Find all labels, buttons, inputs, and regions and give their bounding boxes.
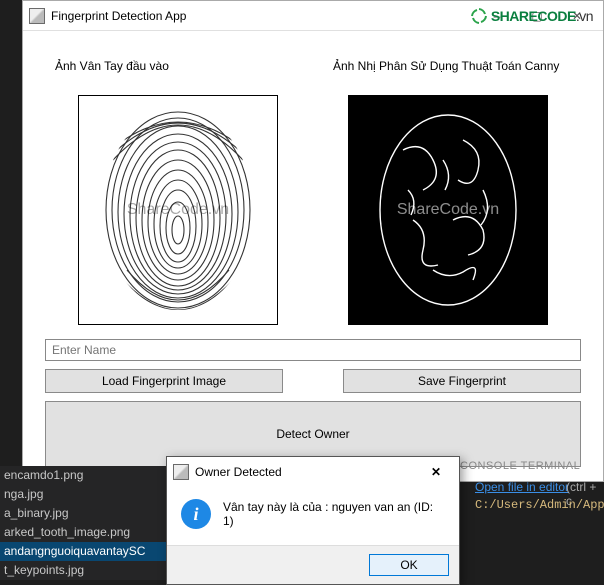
dialog-titlebar: Owner Detected ✕ (167, 457, 459, 487)
terminal-tabs[interactable]: CONSOLE TERMINAL (460, 460, 580, 472)
input-image-label: Ảnh Vân Tay đầu vào (45, 59, 303, 73)
app-icon (29, 8, 45, 24)
app-window: Fingerprint Detection App – ▢ ✕ Ảnh Vân … (22, 0, 604, 482)
file-item[interactable]: t_keypoints.jpg (0, 561, 170, 580)
image-row: ShareCode.vn ShareCo (45, 95, 581, 325)
sharecode-logo-icon (470, 7, 488, 28)
info-icon: i (181, 499, 211, 529)
fingerprint-icon (93, 100, 263, 320)
sharecode-logo-text: SHARECODE (491, 8, 576, 24)
window-title: Fingerprint Detection App (51, 9, 477, 23)
dialog-close-button[interactable]: ✕ (419, 459, 453, 485)
file-item[interactable]: arked_tooth_image.png (0, 523, 170, 542)
sharecode-logo: SHARECODE.vn (470, 7, 593, 28)
file-explorer-list: encamdo1.png nga.jpg a_binary.jpg arked_… (0, 466, 170, 580)
input-fingerprint-image: ShareCode.vn (78, 95, 278, 325)
file-item[interactable]: a_binary.jpg (0, 504, 170, 523)
dialog-ok-button[interactable]: OK (369, 554, 449, 576)
dialog-title: Owner Detected (195, 465, 419, 479)
owner-detected-dialog: Owner Detected ✕ i Vân tay này là của : … (166, 456, 460, 585)
name-input[interactable] (45, 339, 581, 361)
load-fingerprint-button[interactable]: Load Fingerprint Image (45, 369, 283, 393)
dialog-icon (173, 464, 189, 480)
sharecode-logo-suffix: .vn (576, 8, 593, 24)
canny-edge-image: ShareCode.vn (348, 95, 548, 325)
dialog-message: Vân tay này là của : nguyen van an (ID: … (223, 500, 445, 528)
open-in-editor-link[interactable]: Open file in editor (475, 480, 569, 494)
image-labels-row: Ảnh Vân Tay đầu vào Ảnh Nhị Phân Sử Dụng… (45, 59, 581, 73)
dialog-body: i Vân tay này là của : nguyen van an (ID… (167, 487, 459, 545)
button-row-1: Load Fingerprint Image Save Fingerprint (45, 369, 581, 393)
file-item[interactable]: encamdo1.png (0, 466, 170, 485)
canny-image-label: Ảnh Nhị Phân Sử Dụng Thuật Toán Canny (303, 59, 581, 73)
terminal-path: C:/Users/Admin/AppData/ (475, 498, 604, 512)
file-item-selected[interactable]: andangnguoiquavantaySC (0, 542, 170, 561)
save-fingerprint-button[interactable]: Save Fingerprint (343, 369, 581, 393)
window-content: Ảnh Vân Tay đầu vào Ảnh Nhị Phân Sử Dụng… (23, 31, 603, 481)
edge-map-icon (363, 100, 533, 320)
file-item[interactable]: nga.jpg (0, 485, 170, 504)
dialog-footer: OK (167, 545, 459, 584)
